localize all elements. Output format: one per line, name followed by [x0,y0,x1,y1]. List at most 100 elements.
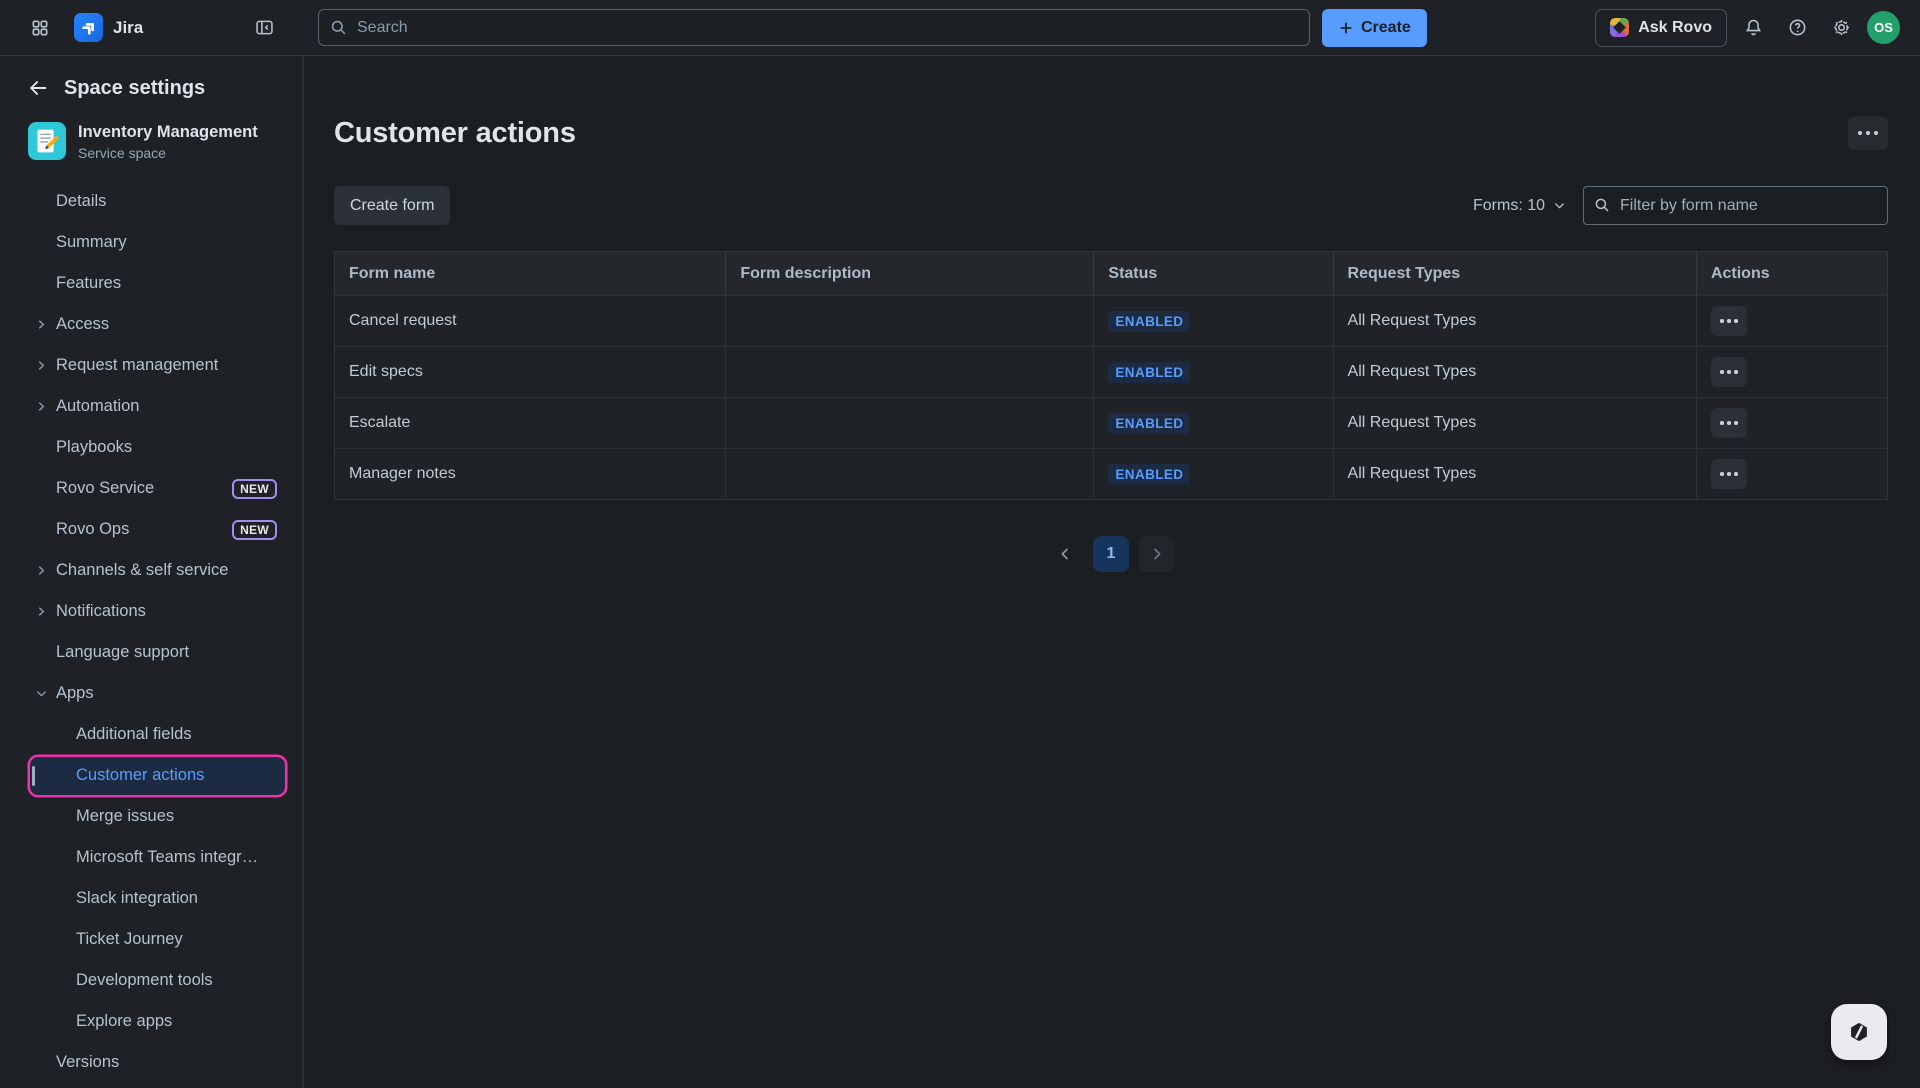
cell-actions [1696,398,1887,449]
cell-request-types: All Request Types [1333,449,1696,500]
app-switcher-button[interactable] [22,10,58,46]
pagination: 1 [334,536,1888,572]
forms-count-dropdown[interactable]: Forms: 10 [1473,197,1567,215]
cell-form-description [726,398,1094,449]
row-actions-button[interactable] [1711,459,1747,489]
sidebar-item-details[interactable]: Details [30,183,285,221]
topbar-left: Jira [0,10,304,46]
sidebar-item-access[interactable]: Access [30,306,285,344]
chevron-icon [34,358,56,374]
top-navigation-bar: Jira Create Ask Rovo OS [0,0,1920,56]
settings-button[interactable] [1823,10,1859,46]
column-header-request-types: Request Types [1333,252,1696,296]
sidebar-item-rovo-ops[interactable]: Rovo Ops NEW [30,511,285,549]
chevron-down-icon [1552,198,1567,213]
chevron-icon [34,522,56,538]
new-badge: NEW [232,520,277,540]
table-row: Cancel request ENABLED All Request Types [335,296,1888,347]
back-button[interactable] [26,76,50,100]
cell-form-description [726,296,1094,347]
status-badge: ENABLED [1108,464,1190,485]
chevron-icon [34,276,56,292]
cell-status: ENABLED [1094,398,1333,449]
ellipsis-icon [1858,131,1862,135]
pagination-page-1[interactable]: 1 [1093,536,1129,572]
space-name: Inventory Management [78,122,258,143]
chevron-right-icon [1148,545,1166,563]
product-name: Jira [113,18,143,38]
sidebar-item-request-management[interactable]: Request management [30,347,285,385]
page-more-options-button[interactable] [1848,116,1888,150]
sidebar-item-merge-issues[interactable]: Merge issues [30,798,285,836]
row-actions-button[interactable] [1711,306,1747,336]
chevron-icon [34,235,56,251]
row-actions-button[interactable] [1711,357,1747,387]
chevron-icon [34,317,56,333]
create-form-button[interactable]: Create form [334,186,450,225]
sidebar-item-additional-fields[interactable]: Additional fields [30,716,285,754]
cell-form-name: Edit specs [335,347,726,398]
chevron-icon [34,645,56,661]
plus-icon [1338,20,1354,36]
chevron-icon [34,604,56,620]
sidebar-item-channels-self-service[interactable]: Channels & self service [30,552,285,590]
chevron-left-icon [1056,545,1074,563]
space-icon [28,122,66,160]
sidebar-item-ticket-journey[interactable]: Ticket Journey [30,921,285,959]
create-button[interactable]: Create [1322,9,1427,47]
forms-table: Form name Form description Status Reques… [334,251,1888,500]
ellipsis-icon [1720,421,1724,425]
chevron-icon [54,932,76,948]
sidebar-item-automation[interactable]: Automation [30,388,285,426]
topbar-right: Ask Rovo OS [1595,9,1920,47]
filter-by-form-name-input[interactable] [1583,186,1888,225]
gear-icon [1831,17,1852,38]
user-avatar[interactable]: OS [1867,11,1900,44]
sidebar-item-microsoft-teams-integr[interactable]: Microsoft Teams integr… [30,839,285,877]
sidebar-item-rovo-service[interactable]: Rovo Service NEW [30,470,285,508]
cell-status: ENABLED [1094,296,1333,347]
cell-status: ENABLED [1094,449,1333,500]
sidebar-item-language-support[interactable]: Language support [30,634,285,672]
bell-icon [1743,17,1764,38]
chevron-icon [54,1014,76,1030]
notifications-button[interactable] [1735,10,1771,46]
cell-form-description [726,347,1094,398]
sidebar-item-development-tools[interactable]: Development tools [30,962,285,1000]
search-input[interactable] [318,9,1310,46]
sidebar-item-versions[interactable]: Versions [30,1044,285,1082]
hexagon-widget-icon [1842,1015,1876,1049]
status-badge: ENABLED [1108,413,1190,434]
chevron-icon [54,973,76,989]
collapse-sidebar-button[interactable] [246,10,282,46]
table-header-row: Form name Form description Status Reques… [335,252,1888,296]
status-badge: ENABLED [1108,362,1190,383]
cell-actions [1696,296,1887,347]
jira-logo-icon [74,13,103,42]
page-title: Customer actions [334,117,576,150]
space-card: Inventory Management Service space [28,122,303,161]
sidebar-item-slack-integration[interactable]: Slack integration [30,880,285,918]
main-content: Customer actions Create form Forms: 10 [304,56,1920,1088]
table-row: Edit specs ENABLED All Request Types [335,347,1888,398]
status-badge: ENABLED [1108,311,1190,332]
ask-rovo-button[interactable]: Ask Rovo [1595,9,1727,47]
row-actions-button[interactable] [1711,408,1747,438]
space-type: Service space [78,145,258,161]
sidebar-item-notifications[interactable]: Notifications [30,593,285,631]
sidebar-item-customer-actions[interactable]: Customer actions [30,757,285,795]
pagination-next-button[interactable] [1139,536,1175,572]
column-header-status: Status [1094,252,1333,296]
chevron-icon [34,563,56,579]
sidebar-item-apps[interactable]: Apps [30,675,285,713]
sidebar-item-features[interactable]: Features [30,265,285,303]
help-button[interactable] [1779,10,1815,46]
widget-launcher-button[interactable] [1831,1004,1887,1060]
pagination-previous-button[interactable] [1047,536,1083,572]
sidebar-item-playbooks[interactable]: Playbooks [30,429,285,467]
space-settings-sidebar: Space settings Inventory Management Serv… [0,56,304,1088]
ellipsis-icon [1720,370,1724,374]
chevron-icon [34,440,56,456]
sidebar-item-summary[interactable]: Summary [30,224,285,262]
sidebar-item-explore-apps[interactable]: Explore apps [30,1003,285,1041]
